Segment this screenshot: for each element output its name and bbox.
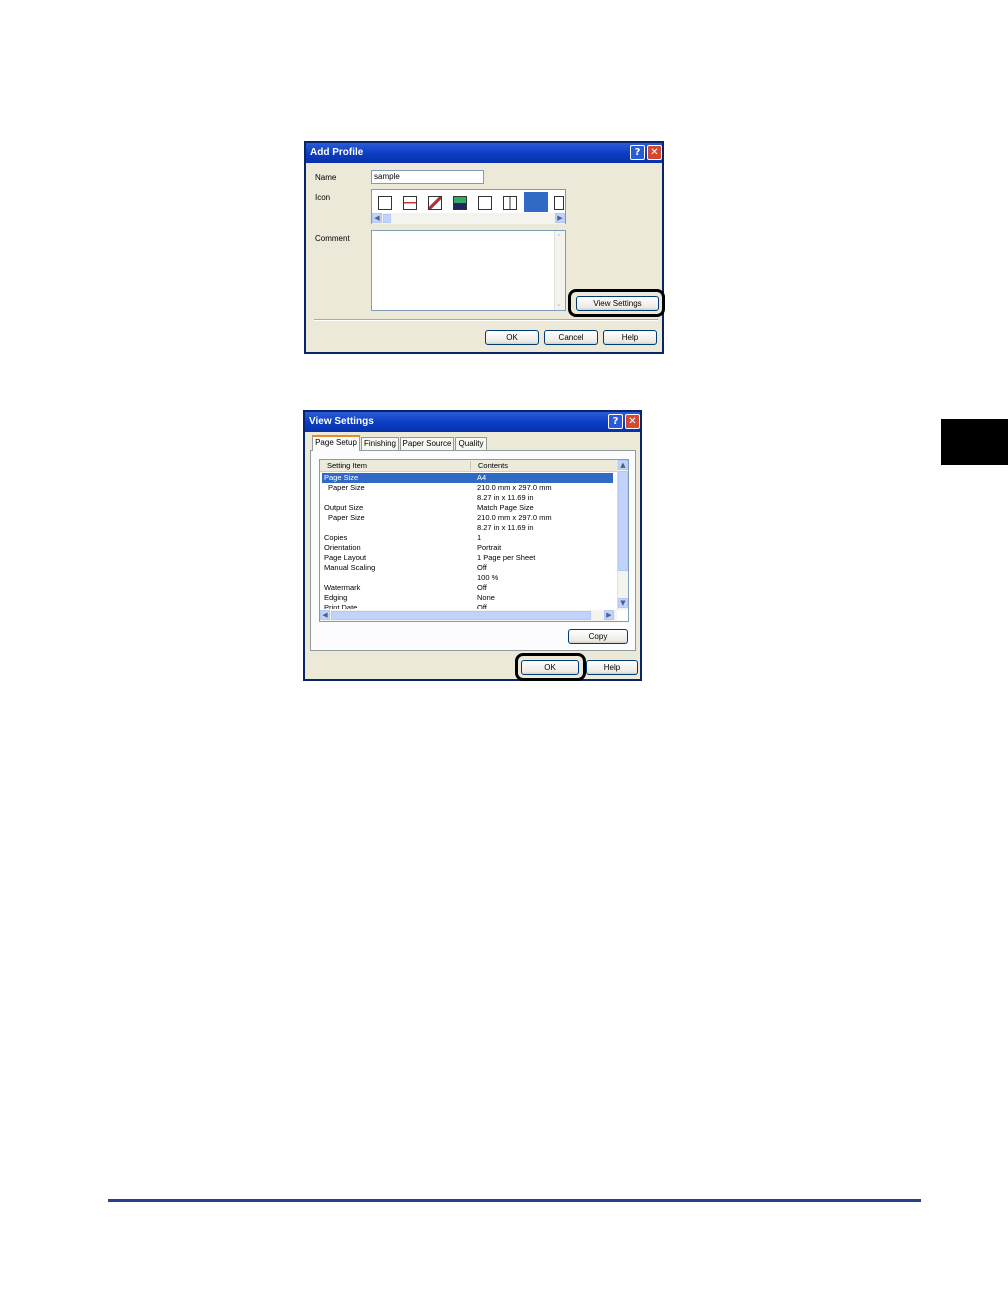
- comment-field[interactable]: ⌃ ⌄: [371, 230, 566, 311]
- scroll-up-arrow-icon[interactable]: ⌃: [556, 233, 562, 241]
- list-hscroll[interactable]: ◀ ▶: [320, 610, 617, 621]
- profile-icon-5[interactable]: [478, 196, 492, 210]
- contents-cell: Off: [477, 583, 487, 592]
- chapter-tab: [941, 419, 1008, 465]
- scroll-thumb[interactable]: [618, 471, 628, 571]
- help-button[interactable]: Help: [603, 330, 657, 345]
- setting-item-cell: Output Size: [324, 503, 364, 512]
- copy-button[interactable]: Copy: [568, 629, 628, 644]
- tab-finishing[interactable]: Finishing: [361, 437, 399, 450]
- tab-quality[interactable]: Quality: [455, 437, 487, 450]
- table-row[interactable]: Orientation Portrait: [322, 543, 613, 553]
- table-row[interactable]: Watermark Off: [322, 583, 613, 593]
- table-row[interactable]: Edging None: [322, 593, 613, 603]
- scroll-right-arrow-icon[interactable]: ▶: [604, 610, 614, 620]
- profile-icon-8[interactable]: [554, 196, 564, 210]
- contents-cell: 1 Page per Sheet: [477, 553, 536, 562]
- comment-label: Comment: [315, 234, 350, 243]
- view-settings-title-bar: View Settings ? ✕: [305, 412, 640, 432]
- scroll-up-arrow-icon[interactable]: ▲: [618, 460, 628, 470]
- setting-item-cell: Edging: [324, 593, 348, 602]
- profile-icon-2[interactable]: [403, 196, 417, 210]
- table-row[interactable]: 100 %: [322, 573, 613, 583]
- column-divider[interactable]: [470, 461, 471, 470]
- close-icon[interactable]: ✕: [647, 145, 662, 160]
- contents-cell: 1: [477, 533, 482, 542]
- table-row[interactable]: Page Layout 1 Page per Sheet: [322, 553, 613, 563]
- view-settings-callout: [568, 289, 665, 317]
- view-settings-title: View Settings: [309, 416, 374, 427]
- scroll-thumb[interactable]: [383, 214, 391, 223]
- column-contents[interactable]: Contents: [478, 461, 508, 470]
- tab-page-setup[interactable]: Page Setup: [312, 435, 360, 451]
- ok-callout: [515, 653, 586, 681]
- setting-item-cell: Paper Size: [328, 483, 365, 492]
- help-button[interactable]: Help: [586, 660, 638, 675]
- list-vscroll[interactable]: ▲ ▼: [617, 460, 628, 610]
- cancel-button[interactable]: Cancel: [544, 330, 598, 345]
- table-row[interactable]: Print Date Off: [322, 603, 613, 609]
- contents-cell: 210.0 mm x 297.0 mm: [477, 513, 552, 522]
- contents-cell: 210.0 mm x 297.0 mm: [477, 483, 552, 492]
- settings-list[interactable]: Setting Item Contents Page Size A4 Paper S…: [319, 459, 629, 622]
- icon-list-hscroll[interactable]: ◀ ▶: [372, 213, 565, 224]
- ok-button[interactable]: OK: [485, 330, 539, 345]
- comment-vscroll[interactable]: ⌃ ⌄: [554, 231, 565, 310]
- scroll-down-arrow-icon[interactable]: ▼: [618, 598, 628, 608]
- scroll-left-arrow-icon[interactable]: ◀: [320, 610, 330, 620]
- table-row[interactable]: 8.27 in x 11.69 in: [322, 523, 613, 533]
- table-row[interactable]: 8.27 in x 11.69 in: [322, 493, 613, 503]
- setting-item-cell: Copies: [324, 533, 348, 542]
- contents-cell: Portrait: [477, 543, 502, 552]
- table-row[interactable]: Paper Size 210.0 mm x 297.0 mm: [322, 513, 613, 523]
- profile-icon-4[interactable]: [453, 196, 467, 210]
- tab-panel: Setting Item Contents Page Size A4 Paper S…: [310, 450, 636, 651]
- footer-rule: [108, 1199, 921, 1202]
- contents-cell: 100 %: [477, 573, 499, 582]
- name-label: Name: [315, 173, 337, 182]
- add-profile-title: Add Profile: [310, 147, 364, 158]
- contents-cell: None: [477, 593, 495, 602]
- column-setting-item[interactable]: Setting Item: [327, 461, 367, 470]
- table-row[interactable]: Page Size A4: [322, 473, 613, 483]
- table-row[interactable]: Manual Scaling Off: [322, 563, 613, 573]
- contents-cell: Match Page Size: [477, 503, 534, 512]
- add-profile-dialog: Add Profile ? ✕ Name sample Icon ◀ ▶ Com…: [304, 141, 665, 354]
- contents-cell: 8.27 in x 11.69 in: [477, 493, 534, 502]
- scroll-left-arrow-icon[interactable]: ◀: [372, 213, 382, 223]
- help-icon[interactable]: ?: [608, 414, 623, 429]
- profile-icon-6[interactable]: [503, 196, 517, 210]
- contents-cell: Off: [477, 563, 487, 572]
- setting-item-cell: Manual Scaling: [324, 563, 376, 572]
- close-icon[interactable]: ✕: [625, 414, 640, 429]
- setting-item-cell: Watermark: [324, 583, 361, 592]
- table-row[interactable]: Output Size Match Page Size: [322, 503, 613, 513]
- separator: [314, 319, 658, 321]
- setting-item-cell: Paper Size: [328, 513, 365, 522]
- list-rows: Page Size A4 Paper Size 210.0 mm x 297.0 mm…: [322, 473, 615, 609]
- contents-cell: 8.27 in x 11.69 in: [477, 523, 534, 532]
- scroll-down-arrow-icon[interactable]: ⌄: [556, 300, 562, 308]
- profile-icon-1[interactable]: [378, 196, 392, 210]
- scroll-right-arrow-icon[interactable]: ▶: [555, 213, 565, 223]
- contents-cell: A4: [477, 473, 487, 482]
- help-icon[interactable]: ?: [630, 145, 645, 160]
- profile-icon-3[interactable]: [428, 196, 442, 210]
- list-header: Setting Item Contents: [320, 460, 618, 472]
- setting-item-cell: Print Date: [324, 603, 358, 609]
- icon-label: Icon: [315, 193, 331, 202]
- setting-item-cell: Page Layout: [324, 553, 367, 562]
- setting-item-cell: Orientation: [324, 543, 361, 552]
- view-settings-dialog: View Settings ? ✕ Page Setup Finishing P…: [303, 410, 642, 681]
- icon-list[interactable]: ◀ ▶: [371, 189, 566, 224]
- contents-cell: Off: [477, 603, 487, 609]
- table-row[interactable]: Copies 1: [322, 533, 613, 543]
- table-row[interactable]: Paper Size 210.0 mm x 297.0 mm: [322, 483, 613, 493]
- setting-item-cell: Page Size: [324, 473, 359, 482]
- name-field[interactable]: sample: [371, 170, 484, 184]
- scroll-thumb[interactable]: [331, 611, 591, 620]
- tab-paper-source[interactable]: Paper Source: [400, 437, 454, 450]
- profile-icon-7-selected[interactable]: [524, 192, 548, 212]
- add-profile-title-bar: Add Profile ? ✕: [306, 143, 662, 163]
